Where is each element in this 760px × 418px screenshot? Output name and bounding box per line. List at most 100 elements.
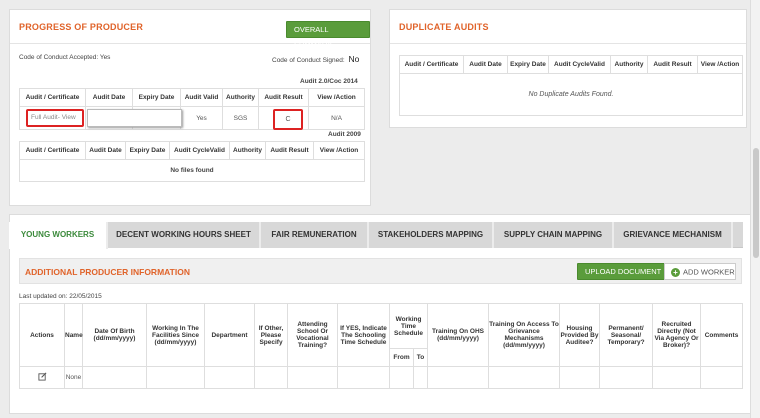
duplicate-header-row: Audit / Certificate Audit Date Expiry Da… (399, 55, 743, 74)
col-authority: Authority (229, 141, 266, 160)
duplicate-title: DUPLICATE AUDITS (399, 22, 489, 32)
row-cell (700, 366, 744, 389)
duplicate-audits-table: Audit / Certificate Audit Date Expiry Da… (399, 55, 743, 116)
tab-bar: YOUNG WORKERS DECENT WORKING HOURS SHEET… (9, 222, 743, 249)
tab-fair-remuneration[interactable]: FAIR REMUNERATION (261, 222, 369, 248)
col-housing: Housing Provided By Auditee? (559, 303, 601, 367)
progress-panel: PROGRESS OF PRODUCER OVERALL SUMMARY Cod… (9, 9, 371, 206)
duplicate-audits-panel: DUPLICATE AUDITS Audit / Certificate Aud… (389, 9, 747, 128)
audit-2014-caption: Audit 2.0/Coc 2014 (300, 78, 358, 85)
last-updated-text: Last updated on: 22/05/2015 (19, 293, 102, 300)
col-authority: Authority (222, 88, 259, 107)
col-expiry-date: Expiry Date (507, 55, 549, 74)
tab-supply-chain-mapping[interactable]: SUPPLY CHAIN MAPPING (494, 222, 614, 248)
table-row: No files found (19, 159, 365, 182)
no-duplicates-message: No Duplicate Audits Found. (399, 73, 743, 116)
col-audit-certificate: Audit / Certificate (19, 141, 86, 160)
col-audit-date: Audit Date (85, 141, 126, 160)
col-audit-result: Audit Result (258, 88, 309, 107)
col-audit-cycle-valid: Audit CycleValid (548, 55, 611, 74)
tab-stakeholders-mapping[interactable]: STAKEHOLDERS MAPPING (369, 222, 494, 248)
audit-2014-header-row: Audit / Certificate Audit Date Expiry Da… (19, 88, 365, 107)
col-recruited: Recruited Directly (Not Via Agency Or Br… (652, 303, 702, 367)
col-working-time-schedule: Working Time Schedule (388, 303, 429, 349)
col-view-action: View /Action (697, 55, 743, 74)
col-expiry-date: Expiry Date (132, 88, 181, 107)
col-if-other: If Other, Please Specify (254, 303, 288, 367)
coc-accepted-text: Code of Conduct Accepted: Yes (19, 54, 111, 61)
add-worker-button[interactable]: + ADD WORKER (664, 263, 736, 280)
row-cell (412, 366, 429, 389)
col-audit-cycle-valid: Audit CycleValid (169, 141, 230, 160)
col-training-ohs: Training On OHS (dd/mm/yyyy) (427, 303, 490, 367)
table-row: No Duplicate Audits Found. (399, 73, 743, 116)
upload-document-button[interactable]: UPLOAD DOCUMENT (577, 263, 670, 280)
row-cell (488, 366, 561, 389)
col-audit-result: Audit Result (265, 141, 314, 160)
col-authority: Authority (610, 55, 648, 74)
coc-signed-label: Code of Conduct Signed: (272, 57, 345, 64)
redacted-dates-box (87, 109, 182, 127)
row-cell (254, 366, 288, 389)
no-files-message: No files found (19, 159, 365, 182)
col-audit-date: Audit Date (85, 88, 133, 107)
tab-young-workers[interactable]: YOUNG WORKERS (9, 222, 108, 249)
col-audit-date: Audit Date (463, 55, 508, 74)
col-permanent: Permanent/ Seasonal/ Temporary? (599, 303, 654, 367)
col-audit-certificate: Audit / Certificate (19, 88, 86, 107)
col-view-action: View /Action (308, 88, 365, 107)
col-date-of-birth: Date Of Birth (dd/mm/yyyy) (82, 303, 147, 367)
row-cell (389, 366, 414, 389)
plus-circle-icon: + (671, 267, 680, 277)
row-cell (559, 366, 601, 389)
row-cell (427, 366, 490, 389)
row-cell (652, 366, 702, 389)
coc-signed: Code of Conduct Signed: No (272, 54, 359, 64)
col-schooling-schedule: If YES, Indicate The Schooling Time Sche… (337, 303, 390, 367)
col-attending-school: Attending School Or Vocational Training? (287, 303, 338, 367)
row-name-cell: None (64, 366, 83, 389)
row-cell (146, 366, 205, 389)
workers-header-row: Actions Name Date Of Birth (dd/mm/yyyy) … (19, 303, 744, 367)
add-worker-label: ADD WORKER (683, 267, 735, 277)
overall-summary-button[interactable]: OVERALL SUMMARY (286, 21, 370, 49)
row-cell (82, 366, 147, 389)
col-name: Name (64, 303, 83, 367)
progress-panel-header: PROGRESS OF PRODUCER OVERALL SUMMARY (10, 10, 370, 49)
audit-result-value: C (285, 116, 291, 123)
col-audit-valid: Audit Valid (180, 88, 223, 107)
col-training-grievance: Training On Access To Grievance Mechanis… (488, 303, 561, 367)
audit-2009-caption: Audit 2009 (328, 131, 361, 138)
full-audit-view-label: Full Audit- View (31, 114, 76, 121)
audit-2009-header-row: Audit / Certificate Audit Date Expiry Da… (19, 141, 365, 160)
col-actions: Actions (19, 303, 65, 367)
row-cell (337, 366, 390, 389)
audit-2009-table: Audit / Certificate Audit Date Expiry Da… (19, 141, 365, 182)
col-audit-certificate: Audit / Certificate (399, 55, 464, 74)
col-audit-result: Audit Result (647, 55, 698, 74)
scrollbar-thumb[interactable] (753, 148, 759, 258)
col-expiry-date: Expiry Date (125, 141, 170, 160)
row-cell (599, 366, 654, 389)
col-to: To (412, 348, 429, 367)
additional-info-title: ADDITIONAL PRODUCER INFORMATION (25, 267, 190, 277)
duplicate-panel-header: DUPLICATE AUDITS (390, 10, 746, 44)
row-cell (287, 366, 338, 389)
tab-grievance-mechanism[interactable]: GRIEVANCE MECHANISM (614, 222, 733, 248)
progress-title: PROGRESS OF PRODUCER (19, 22, 144, 32)
table-row: None (19, 366, 744, 389)
col-from: From (389, 348, 414, 367)
authority-cell: SGS (222, 106, 259, 130)
view-action-cell: N/A (308, 106, 365, 130)
young-workers-table: Actions Name Date Of Birth (dd/mm/yyyy) … (19, 303, 744, 389)
col-working-since: Working In The Facilities Since (dd/mm/y… (146, 303, 205, 367)
edit-icon[interactable] (37, 372, 47, 383)
col-view-action: View /Action (313, 141, 365, 160)
col-comments: Comments (700, 303, 744, 367)
audit-result-highlight: C (273, 109, 303, 130)
additional-info-header: ADDITIONAL PRODUCER INFORMATION UPLOAD D… (19, 258, 742, 284)
full-audit-view-link[interactable]: Full Audit- View (26, 109, 84, 127)
tab-decent-working-hours[interactable]: DECENT WORKING HOURS SHEET (108, 222, 261, 248)
page-scrollbar[interactable] (750, 0, 760, 418)
row-cell (204, 366, 255, 389)
